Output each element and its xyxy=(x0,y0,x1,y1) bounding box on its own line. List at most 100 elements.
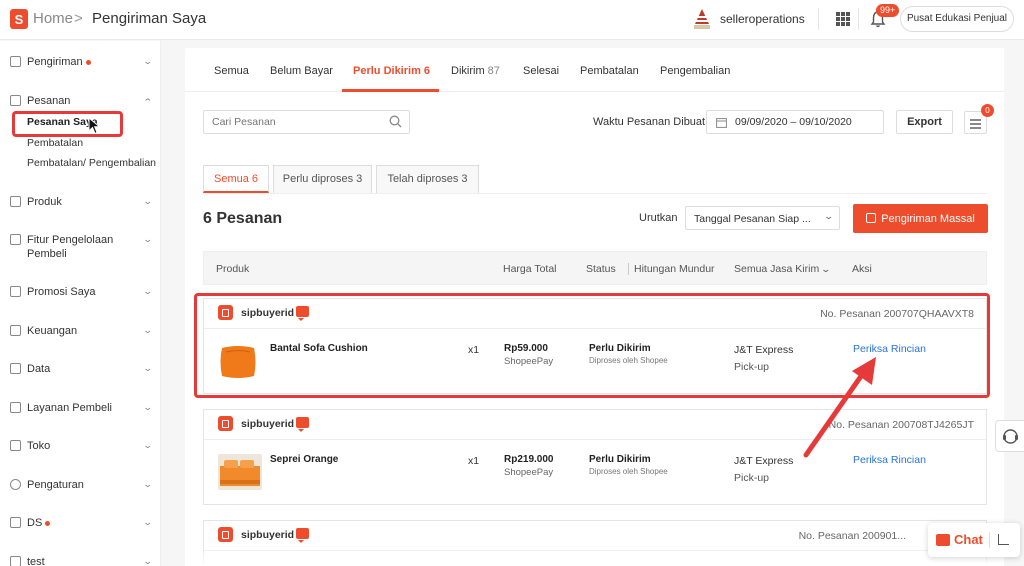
subtab-perlu-diproses[interactable]: Perlu diproses 3 xyxy=(273,165,372,193)
price: Rp219.000 xyxy=(504,454,554,465)
expand-icon[interactable] xyxy=(998,534,1009,545)
box-icon xyxy=(10,196,21,207)
sidebar-item-label: Toko xyxy=(27,440,51,452)
chevron-down-icon: ⌄ xyxy=(823,211,835,221)
tab-belum-bayar[interactable]: Belum Bayar xyxy=(270,65,333,77)
chat-icon xyxy=(936,534,950,546)
subtab-telah-diproses[interactable]: Telah diproses 3 xyxy=(376,165,479,193)
tab-pengembalian[interactable]: Pengembalian xyxy=(660,65,730,77)
sort-label: Urutkan xyxy=(639,212,678,224)
sidebar-item-label: Fitur Pengelolaan Pembeli xyxy=(27,234,114,260)
chat-label: Chat xyxy=(954,532,983,547)
divider xyxy=(858,8,859,30)
tab-perlu-dikirim[interactable]: Perlu Dikirim 6 xyxy=(353,65,430,77)
divider xyxy=(628,263,629,275)
chevron-down-icon: ⌄ xyxy=(820,264,832,274)
search-input[interactable] xyxy=(203,110,410,134)
scroll-fade xyxy=(185,548,1004,566)
chevron-down-icon: ⌄ xyxy=(142,556,154,566)
mouse-cursor-icon xyxy=(88,117,101,135)
sidebar-item-label: DS xyxy=(27,517,43,529)
ds-icon xyxy=(10,517,21,528)
date-range-picker[interactable]: 09/09/2020 – 09/10/2020 xyxy=(706,110,884,134)
column-header-aksi: Aksi xyxy=(852,263,872,275)
truck-icon xyxy=(10,56,21,67)
chevron-down-icon: ⌄ xyxy=(142,286,154,296)
buyer-name[interactable]: sipbuyerid xyxy=(241,529,294,541)
product-image xyxy=(218,454,262,490)
sort-select[interactable]: Tanggal Pesanan Siap ... ⌄ xyxy=(685,206,840,230)
calendar-icon xyxy=(716,118,727,128)
user-avatar[interactable] xyxy=(692,8,712,30)
table-header: Produk Harga Total Status Hitungan Mundu… xyxy=(203,251,987,285)
sidebar-item-label: Keuangan xyxy=(27,325,78,337)
users-icon xyxy=(10,234,21,245)
page-title: Pengiriman Saya xyxy=(92,10,207,27)
quantity: x1 xyxy=(468,455,480,467)
export-list-badge: 0 xyxy=(981,104,994,117)
chevron-down-icon: ⌄ xyxy=(142,479,154,489)
tab-selesai[interactable]: Selesai xyxy=(523,65,559,77)
store-icon xyxy=(10,440,21,451)
headset-icon xyxy=(10,402,21,413)
courier-name: J&T Express xyxy=(734,455,794,467)
sidebar-item-label: Data xyxy=(27,363,51,375)
sidebar-item-label: Produk xyxy=(27,196,62,208)
seller-education-button[interactable]: Pusat Edukasi Penjual xyxy=(900,6,1014,32)
wallet-icon xyxy=(10,325,21,336)
pickup-method: Pick-up xyxy=(734,472,770,484)
breadcrumb-home[interactable]: Home xyxy=(33,10,73,27)
divider xyxy=(989,532,990,548)
annotation-highlight-box xyxy=(12,111,123,137)
support-widget[interactable] xyxy=(995,420,1024,452)
subtab-semua[interactable]: Semua 6 xyxy=(203,165,269,193)
chevron-down-icon: ⌄ xyxy=(142,56,154,66)
chevron-down-icon: ⌄ xyxy=(142,196,154,206)
tab-semua[interactable]: Semua xyxy=(214,65,249,77)
chat-widget[interactable]: Chat xyxy=(928,523,1020,557)
shopee-logo-icon[interactable]: S xyxy=(10,9,28,29)
column-header-harga: Harga Total xyxy=(503,263,557,275)
sidebar-item-label: Pengaturan xyxy=(27,479,84,491)
payment-method: ShopeePay xyxy=(504,467,554,478)
buyer-name[interactable]: sipbuyerid xyxy=(241,418,294,430)
search-icon[interactable] xyxy=(389,115,402,128)
notification-dot xyxy=(85,59,91,65)
chat-icon[interactable] xyxy=(296,528,309,543)
apps-grid-icon[interactable] xyxy=(836,12,850,26)
column-header-status: Status xyxy=(586,263,616,275)
sidebar-subitem-pembatalan[interactable]: Pembatalan xyxy=(27,137,83,149)
chart-icon xyxy=(10,363,21,374)
buyer-shop-icon xyxy=(218,527,233,542)
sidebar-item-label: Promosi Saya xyxy=(27,286,96,298)
courier-filter-dropdown[interactable]: Semua Jasa Kirim ⌄ xyxy=(734,263,832,275)
calendar-icon xyxy=(866,212,877,223)
sidebar: Pengiriman ⌄ Pesanan ⌃ Pesanan Saya Pemb… xyxy=(0,41,161,566)
tag-icon xyxy=(10,286,21,297)
chat-icon[interactable] xyxy=(296,417,309,432)
username[interactable]: selleroperations xyxy=(720,12,805,26)
notification-badge: 99+ xyxy=(876,4,900,17)
product-name: Seprei Orange xyxy=(270,454,339,465)
orders-count-title: 6 Pesanan xyxy=(203,210,283,227)
sidebar-item-label: Layanan Pembeli xyxy=(27,402,113,414)
chevron-up-icon: ⌃ xyxy=(142,97,154,107)
sidebar-subitem-pengembalian[interactable]: Pembatalan/ Pengembalian xyxy=(27,157,156,169)
tab-pembatalan[interactable]: Pembatalan xyxy=(580,65,639,77)
test-icon xyxy=(10,556,21,566)
chevron-down-icon: ⌄ xyxy=(142,517,154,527)
order-status: Perlu Dikirim xyxy=(589,454,651,465)
export-button[interactable]: Export xyxy=(896,110,953,134)
top-bar: S Home > Pengiriman Saya selleroperation… xyxy=(0,0,1024,40)
tab-dikirim[interactable]: Dikirim 87 xyxy=(451,65,500,77)
date-filter-label: Waktu Pesanan Dibuat xyxy=(593,116,706,128)
annotation-arrow xyxy=(803,357,876,458)
order-header: sipbuyerid No. Pesanan 200901... xyxy=(204,521,986,551)
mass-shipping-button[interactable]: Pengiriman Massal xyxy=(853,204,988,233)
chevron-down-icon: ⌄ xyxy=(142,363,154,373)
column-header-countdown: Hitungan Mundur xyxy=(634,263,715,275)
column-header-produk: Produk xyxy=(216,263,250,275)
sidebar-item-label: test xyxy=(27,556,45,566)
active-tab-indicator xyxy=(342,89,439,92)
notification-dot xyxy=(45,520,51,526)
